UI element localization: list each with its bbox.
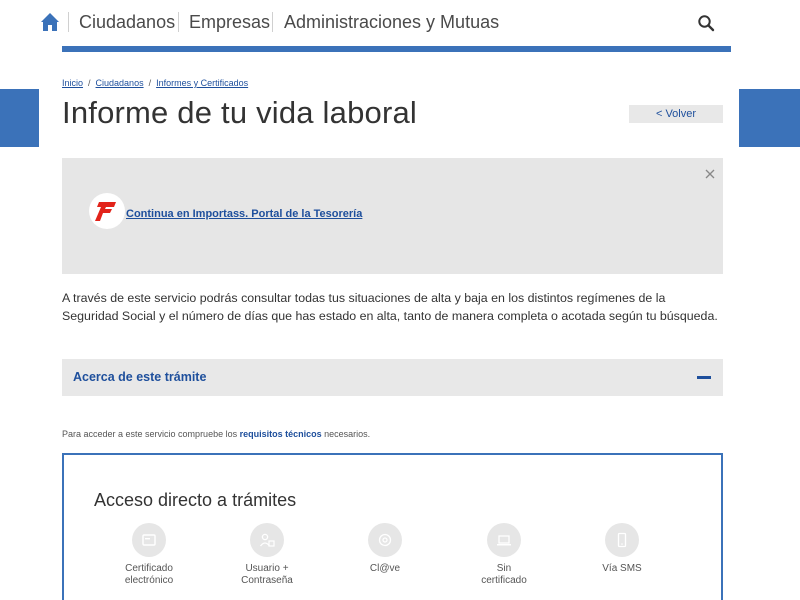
decorative-side-block-right [739,89,800,147]
nav-separator [272,12,273,32]
access-option-label: Sin certificado [481,563,527,586]
laptop-icon [487,523,521,557]
nav-item-administraciones[interactable]: Administraciones y Mutuas [284,11,499,33]
requirements-prefix: Para acceder a este servicio compruebe l… [62,429,240,439]
access-option-label: Certificado electrónico [124,563,174,586]
breadcrumb: Inicio / Ciudadanos / Informes y Certificado… [62,78,248,88]
home-icon[interactable] [40,12,60,32]
breadcrumb-separator: / [148,78,152,88]
requirements-suffix: necesarios. [321,429,371,439]
nav-item-ciudadanos[interactable]: Ciudadanos [79,11,175,33]
breadcrumb-separator: / [88,78,91,88]
access-option-usuario[interactable]: Usuario + Contraseña [217,523,317,587]
collapse-minus-icon[interactable] [697,376,711,379]
access-option-label: Cl@ve [369,563,401,574]
access-option-sms[interactable]: Vía SMS [572,523,672,575]
requirements-link[interactable]: requisitos técnicos [240,429,322,439]
user-password-icon [250,523,284,557]
top-navigation: Ciudadanos Empresas Administraciones y M… [0,0,800,46]
service-description: A través de este servicio podrás consult… [62,291,718,323]
search-icon[interactable] [697,14,715,32]
access-option-sin-certificado[interactable]: Sin certificado [454,523,554,587]
breadcrumb-ciudadanos[interactable]: Ciudadanos [96,78,144,88]
breadcrumb-inicio[interactable]: Inicio [62,78,83,88]
nav-separator [68,12,69,32]
at-icon [368,523,402,557]
access-option-label: Usuario + Contraseña [241,563,293,586]
requirements-text: Para acceder a este servicio compruebe l… [62,429,370,439]
page-title: Informe de tu vida laboral [62,95,418,130]
access-box: Acceso directo a trámites Certificado el… [62,453,723,600]
nav-separator [178,12,179,32]
importass-link[interactable]: Continua en Importass. Portal de la Teso… [126,208,362,220]
nav-accent-bar [62,46,731,52]
close-icon[interactable] [703,167,717,181]
access-option-clave[interactable]: Cl@ve [335,523,435,575]
nav-item-empresas[interactable]: Empresas [189,11,270,33]
access-option-label: Vía SMS [602,563,642,574]
certificate-icon [132,523,166,557]
decorative-side-block-left [0,89,39,147]
access-title: Acceso directo a trámites [94,490,297,510]
tesoreria-logo-icon [89,193,125,229]
back-button[interactable]: < Volver [629,105,723,123]
breadcrumb-informes[interactable]: Informes y Certificados [156,78,248,88]
accordion-title: Acerca de este trámite [73,370,207,384]
accordion-acerca[interactable]: Acerca de este trámite [62,359,723,396]
mobile-icon [605,523,639,557]
notice-panel: Continua en Importass. Portal de la Teso… [62,158,723,274]
access-option-certificado[interactable]: Certificado electrónico [99,523,199,587]
